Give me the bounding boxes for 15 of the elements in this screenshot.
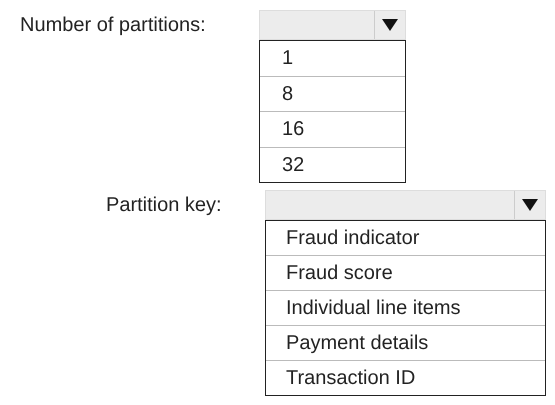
field-label: Number of partitions: xyxy=(20,13,207,38)
dropdown-option[interactable]: Transaction ID xyxy=(266,360,545,395)
dropdown-option[interactable]: Payment details xyxy=(266,325,545,360)
dropdown-option[interactable]: 16 xyxy=(260,111,405,146)
dropdown-option[interactable]: Fraud indicator xyxy=(266,221,545,255)
dropdown-option[interactable]: 32 xyxy=(260,146,405,182)
dropdown-option[interactable]: Fraud score xyxy=(266,255,545,290)
dropdown-option[interactable]: 8 xyxy=(260,76,405,111)
dropdown-option[interactable]: 1 xyxy=(260,41,405,76)
dropdown-field[interactable] xyxy=(259,10,406,40)
field-label: Partition key: xyxy=(106,193,223,218)
dropdown-arrow-icon xyxy=(382,18,398,32)
dropdown-field[interactable] xyxy=(265,190,546,220)
dropdown-option[interactable]: Individual line items xyxy=(266,290,545,325)
dropdown-arrow-icon xyxy=(522,198,538,212)
